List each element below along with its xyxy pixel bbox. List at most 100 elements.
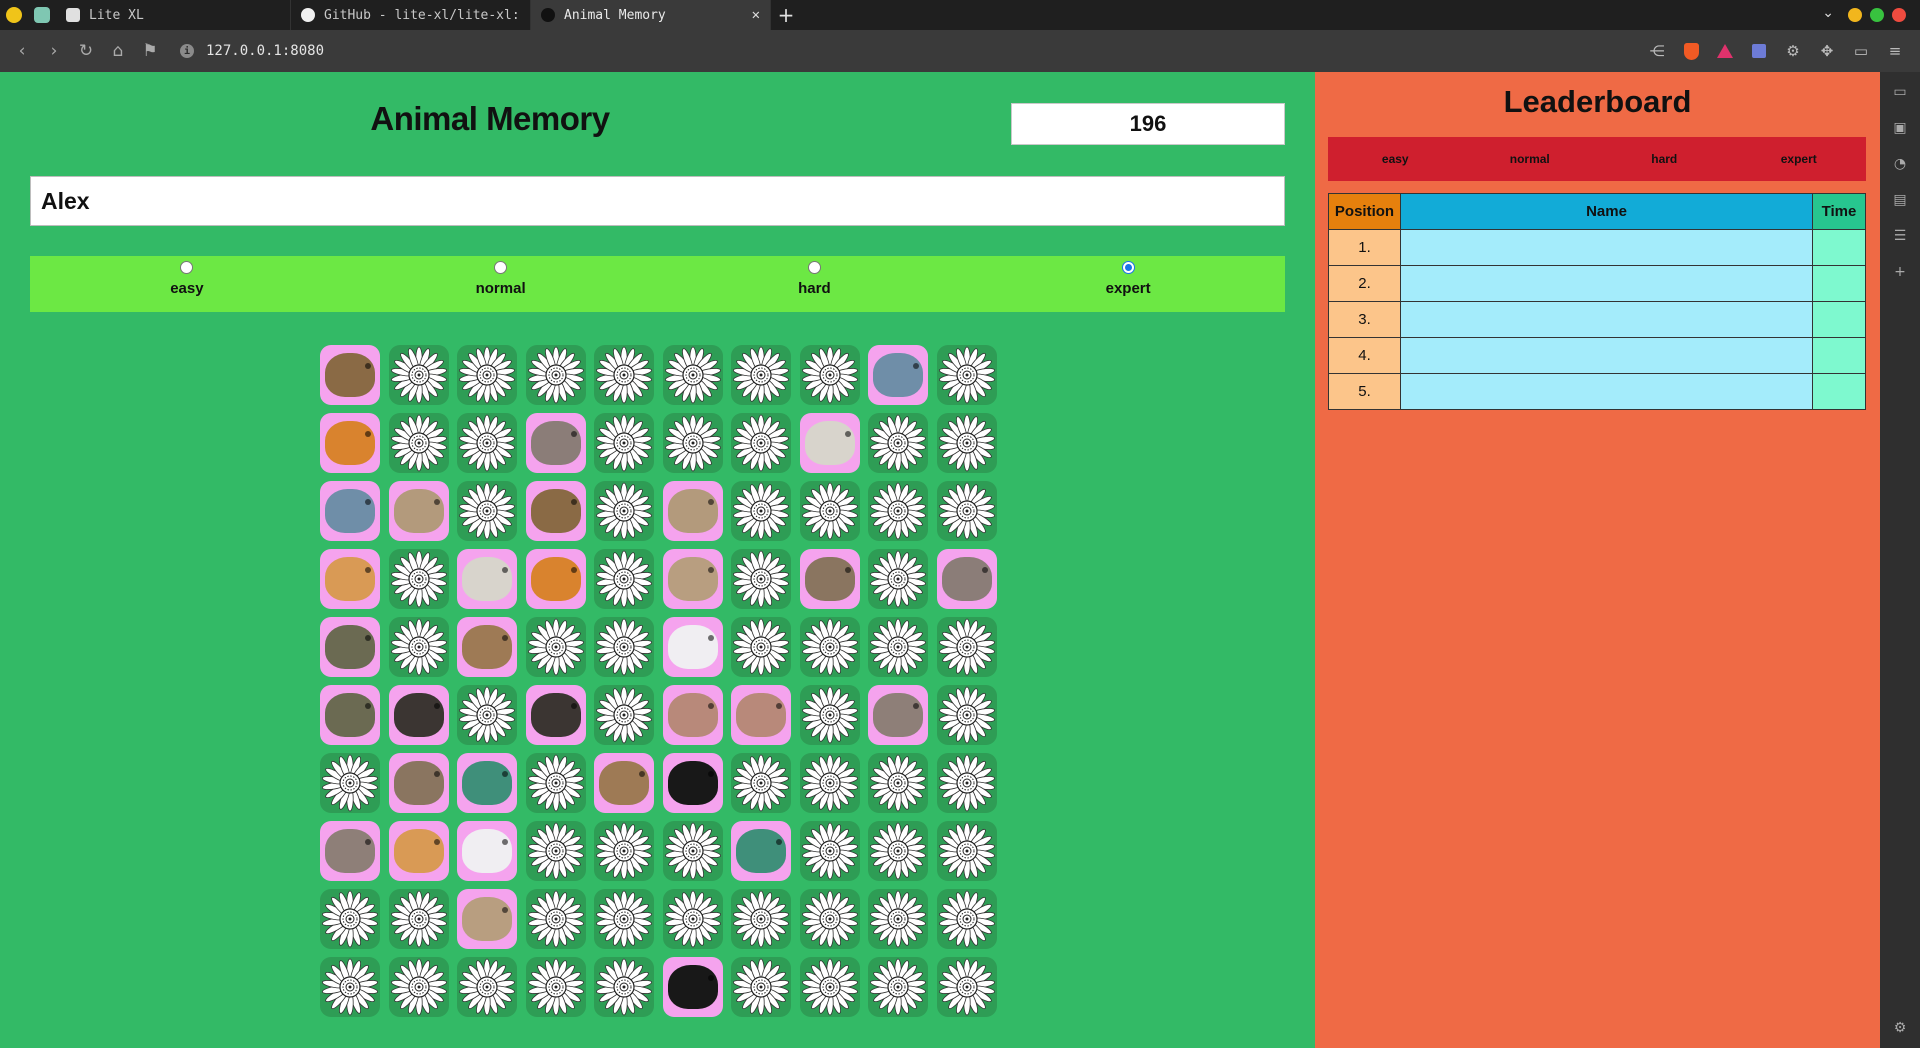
card-corgi[interactable] — [320, 549, 380, 609]
card-hidden[interactable] — [868, 957, 928, 1017]
radio-normal[interactable] — [494, 261, 508, 274]
card-hidden[interactable] — [662, 889, 723, 949]
card-hidden[interactable] — [457, 481, 517, 541]
card-peacock[interactable] — [457, 753, 517, 813]
card-elephant[interactable] — [731, 685, 791, 745]
card-hidden[interactable] — [388, 957, 449, 1017]
card-rhino[interactable] — [525, 413, 586, 473]
puzzle-icon[interactable]: ✥ — [1812, 35, 1842, 67]
card-hidden[interactable] — [731, 413, 791, 473]
card-hidden[interactable] — [525, 957, 586, 1017]
add-icon[interactable]: + — [1892, 264, 1908, 280]
address-bar[interactable]: i 127.0.0.1:8080 — [180, 43, 324, 59]
difficulty-option-normal[interactable]: normal — [344, 256, 658, 312]
close-window-button[interactable] — [1892, 8, 1906, 22]
card-hidden[interactable] — [457, 413, 517, 473]
minimize-button[interactable] — [1848, 8, 1862, 22]
card-hidden[interactable] — [868, 617, 928, 677]
tab-animal-memory[interactable]: Animal Memory ✕ — [531, 0, 771, 30]
player-name-input[interactable] — [30, 176, 1285, 226]
card-hidden[interactable] — [731, 957, 791, 1017]
card-hidden[interactable] — [731, 753, 791, 813]
reload-icon[interactable]: ↻ — [70, 35, 102, 67]
card-hidden[interactable] — [457, 345, 517, 405]
card-hidden[interactable] — [525, 821, 586, 881]
site-info-icon[interactable]: i — [180, 44, 194, 58]
home-icon[interactable]: ⌂ — [102, 35, 134, 67]
card-hidden[interactable] — [936, 957, 997, 1017]
card-rabbit[interactable] — [320, 821, 380, 881]
card-hidden[interactable] — [936, 617, 997, 677]
video-icon[interactable]: ▭ — [1892, 84, 1908, 100]
card-rhino[interactable] — [936, 549, 997, 609]
card-hidden[interactable] — [388, 889, 449, 949]
card-elephant[interactable] — [662, 685, 723, 745]
card-hidden[interactable] — [731, 345, 791, 405]
card-chimpanzee[interactable] — [525, 685, 586, 745]
card-owl[interactable] — [662, 481, 723, 541]
card-white-tiger[interactable] — [457, 549, 517, 609]
chat-icon[interactable]: ◔ — [1892, 156, 1908, 172]
gear-icon[interactable]: ⚙ — [1778, 35, 1808, 67]
card-hidden[interactable] — [594, 481, 654, 541]
card-corgi[interactable] — [388, 821, 449, 881]
card-monkey[interactable] — [594, 753, 654, 813]
leaderboard-tab-normal[interactable]: normal — [1463, 152, 1598, 166]
card-hidden[interactable] — [799, 685, 860, 745]
card-hidden[interactable] — [936, 685, 997, 745]
card-hidden[interactable] — [868, 753, 928, 813]
card-hidden[interactable] — [799, 957, 860, 1017]
card-panther[interactable] — [662, 753, 723, 813]
pinned-tab-emoji[interactable] — [0, 0, 28, 30]
card-tortoise[interactable] — [320, 345, 380, 405]
card-sheep[interactable] — [662, 549, 723, 609]
card-hidden[interactable] — [868, 549, 928, 609]
bookmarks-icon[interactable]: ▤ — [1892, 192, 1908, 208]
card-hidden[interactable] — [457, 957, 517, 1017]
tab-lite-xl[interactable]: Lite XL — [56, 0, 291, 30]
forward-icon[interactable]: › — [38, 35, 70, 67]
card-monkey[interactable] — [457, 617, 517, 677]
card-hidden[interactable] — [594, 549, 654, 609]
card-marmot[interactable] — [799, 549, 860, 609]
card-hidden[interactable] — [594, 957, 654, 1017]
sidebar-icon[interactable]: ▭ — [1846, 35, 1876, 67]
card-tiger[interactable] — [525, 549, 586, 609]
card-hidden[interactable] — [936, 481, 997, 541]
menu-icon[interactable]: ≡ — [1880, 35, 1910, 67]
card-hidden[interactable] — [320, 889, 380, 949]
card-hidden[interactable] — [525, 753, 586, 813]
card-hidden[interactable] — [868, 481, 928, 541]
card-hidden[interactable] — [731, 889, 791, 949]
card-hidden[interactable] — [388, 549, 449, 609]
extension-icon[interactable] — [1744, 35, 1774, 67]
leaderboard-tab-hard[interactable]: hard — [1597, 152, 1732, 166]
card-hidden[interactable] — [525, 617, 586, 677]
card-tiger[interactable] — [320, 413, 380, 473]
card-hidden[interactable] — [731, 617, 791, 677]
card-hidden[interactable] — [936, 413, 997, 473]
card-hidden[interactable] — [594, 617, 654, 677]
back-icon[interactable]: ‹ — [6, 35, 38, 67]
reading-list-icon[interactable]: ☰ — [1892, 228, 1908, 244]
card-hidden[interactable] — [594, 821, 654, 881]
card-hidden[interactable] — [594, 685, 654, 745]
radio-easy[interactable] — [180, 261, 194, 274]
leaderboard-tab-expert[interactable]: expert — [1732, 152, 1867, 166]
card-hidden[interactable] — [799, 821, 860, 881]
card-panther[interactable] — [662, 957, 723, 1017]
close-icon[interactable]: ✕ — [752, 7, 760, 23]
wallet-icon[interactable]: ▣ — [1892, 120, 1908, 136]
maximize-button[interactable] — [1870, 8, 1884, 22]
card-hidden[interactable] — [799, 481, 860, 541]
card-hidden[interactable] — [662, 413, 723, 473]
card-hidden[interactable] — [662, 821, 723, 881]
card-hidden[interactable] — [525, 889, 586, 949]
card-crocodile[interactable] — [320, 617, 380, 677]
difficulty-option-expert[interactable]: expert — [971, 256, 1285, 312]
card-hidden[interactable] — [594, 345, 654, 405]
new-tab-button[interactable]: + — [771, 0, 801, 30]
card-hidden[interactable] — [388, 413, 449, 473]
card-hidden[interactable] — [525, 345, 586, 405]
card-hidden[interactable] — [594, 889, 654, 949]
